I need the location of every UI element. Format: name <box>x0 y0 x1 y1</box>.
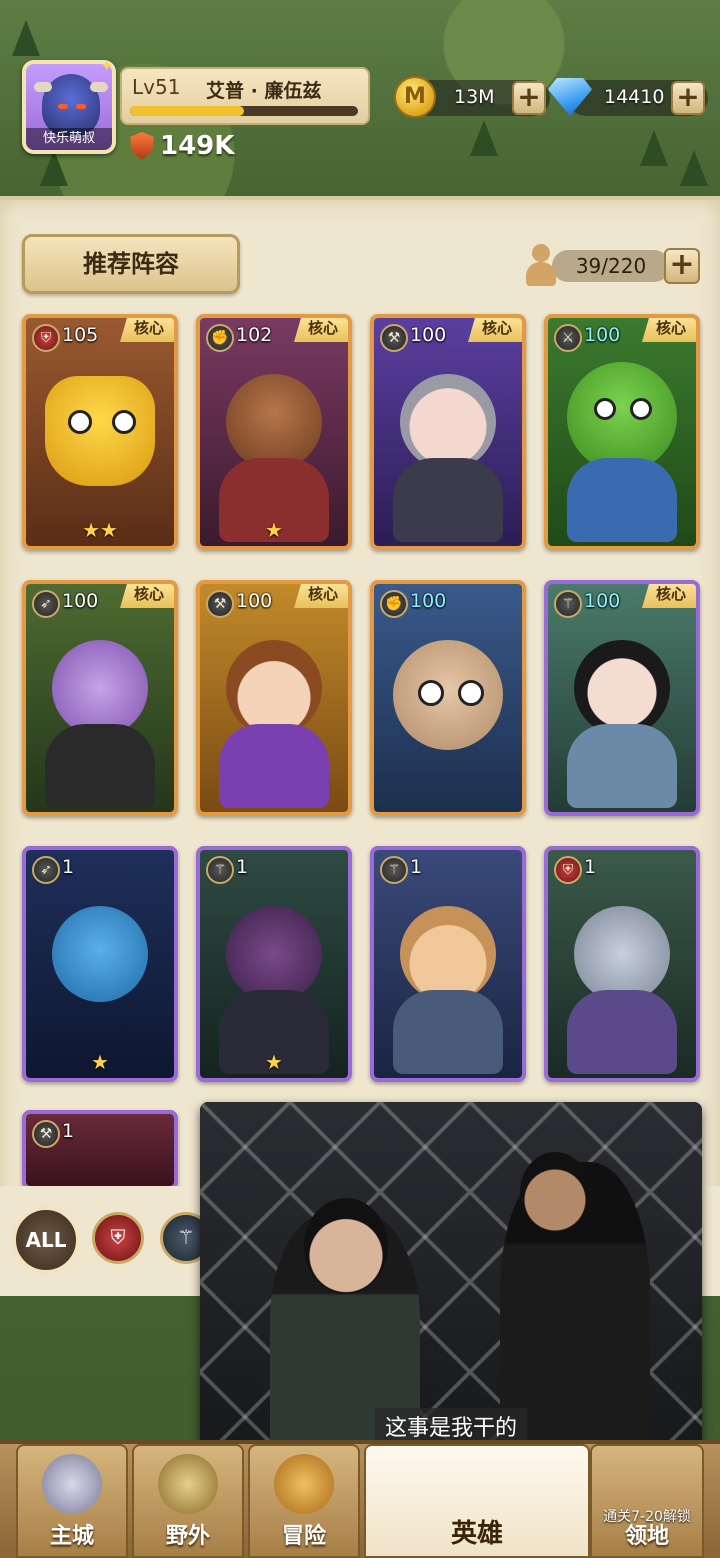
video-subtitle: 这事是我干的 <box>200 1408 702 1444</box>
eye-icon <box>76 104 86 109</box>
bow-icon: ➶ <box>32 590 60 618</box>
player-name: 艾普 · 廉伍兹 <box>206 80 322 102</box>
tree-decoration <box>640 130 668 166</box>
hero-level: 1 <box>410 856 423 878</box>
hero-level: 1 <box>584 856 597 878</box>
hero-level: 100 <box>410 590 447 612</box>
floating-video-player[interactable]: 这事是我干的 <box>200 1102 702 1478</box>
hero-stars: ★ <box>265 518 283 542</box>
axe-icon: ⚒ <box>380 324 408 352</box>
hero-level: 100 <box>236 590 273 612</box>
nav-territory[interactable]: 通关7-20解锁 领地 <box>590 1444 704 1558</box>
hero-level: 1 <box>62 1120 75 1142</box>
coin-amount: 13M <box>454 86 495 108</box>
hero-card[interactable]: ➶ 100 核心 <box>22 580 178 816</box>
person-icon <box>524 242 558 288</box>
hero-level: 100 <box>584 590 621 612</box>
bow-icon: ➶ <box>32 856 60 884</box>
staff-icon: ⚚ <box>554 590 582 618</box>
horn-icon <box>34 82 52 92</box>
crossed-swords-icon <box>274 1454 334 1514</box>
hero-level: 105 <box>62 324 99 346</box>
hero-card[interactable]: ➶ 1 ★ <box>22 846 178 1082</box>
hero-card[interactable]: ✊ 102 核心 ★ <box>196 314 352 550</box>
hero-card[interactable]: ⚒ 100 核心 <box>370 314 526 550</box>
tree-decoration <box>470 120 498 156</box>
filter-shield-icon[interactable]: ⛨ <box>92 1212 144 1264</box>
tree-decoration <box>680 150 708 186</box>
xp-progress-track <box>130 106 358 116</box>
hero-stars: ★ <box>265 1050 283 1074</box>
crossed-swords-icon: ⚔ <box>554 324 582 352</box>
power-shield-icon <box>130 132 154 160</box>
hero-level: 102 <box>236 324 273 346</box>
eye-icon <box>58 104 68 109</box>
fist-icon: ✊ <box>380 590 408 618</box>
capacity-count: 39/220 <box>552 250 670 282</box>
core-tag: 核心 <box>120 584 174 608</box>
nav-label: 冒险 <box>281 1524 326 1549</box>
hero-card[interactable]: ⚔ 100 核心 <box>544 314 700 550</box>
fist-icon: ✊ <box>206 324 234 352</box>
hero-card[interactable]: ⚚ 1 <box>370 846 526 1082</box>
core-tag: 核心 <box>294 318 348 342</box>
core-tag: 核心 <box>642 318 696 342</box>
shield-icon: ⛨ <box>32 324 60 352</box>
hero-capacity: 39/220 + <box>524 242 700 288</box>
axe-icon: ⚒ <box>32 1120 60 1148</box>
nav-heroes[interactable]: 英雄 <box>364 1444 590 1558</box>
avatar-name: 快乐萌叔 <box>26 128 112 150</box>
filter-all-button[interactable]: ALL <box>12 1206 80 1274</box>
tree-decoration <box>12 20 40 56</box>
coin-icon: M <box>394 76 436 118</box>
hero-card[interactable]: ⚚ 1 ★ <box>196 846 352 1082</box>
hero-level: 1 <box>236 856 249 878</box>
core-tag: 核心 <box>468 318 522 342</box>
hero-level: 1 <box>62 856 75 878</box>
core-tag: 核心 <box>294 584 348 608</box>
recommended-lineup-button[interactable]: 推荐阵容 <box>22 234 240 294</box>
core-tag: 核心 <box>120 318 174 342</box>
hero-level: 100 <box>410 324 447 346</box>
expand-capacity-button[interactable]: + <box>664 248 700 284</box>
nav-label: 英雄 <box>450 1519 503 1549</box>
hero-card[interactable]: ⛨ 105 核心 ★★ <box>22 314 178 550</box>
nav-label: 领地 <box>624 1524 669 1549</box>
player-level-bar[interactable]: Lv51 艾普 · 廉伍兹 <box>120 67 370 125</box>
nav-adventure[interactable]: 冒险 <box>248 1444 360 1558</box>
field-icon <box>158 1454 218 1514</box>
nav-label: 野外 <box>165 1524 210 1549</box>
nav-wild[interactable]: 野外 <box>132 1444 244 1558</box>
hero-level: 100 <box>584 324 621 346</box>
core-tag: 核心 <box>642 584 696 608</box>
horn-icon <box>90 82 108 92</box>
video-person-head <box>304 1198 388 1294</box>
player-level: Lv51 <box>132 75 181 99</box>
nav-main-city[interactable]: 主城 <box>16 1444 128 1558</box>
gem-amount: 14410 <box>604 86 665 108</box>
xp-progress-fill <box>130 106 244 116</box>
axe-icon: ⚒ <box>206 590 234 618</box>
hero-card[interactable]: ⛨ 1 <box>544 846 700 1082</box>
shield-icon: ⛨ <box>554 856 582 884</box>
sparkle-icon: ✦ <box>100 56 114 75</box>
hero-stars: ★ <box>91 1050 109 1074</box>
subtitle-text: 这事是我干的 <box>374 1408 527 1444</box>
hero-card[interactable]: ✊ 100 <box>370 580 526 816</box>
staff-icon: ⚚ <box>380 856 408 884</box>
add-coins-button[interactable]: + <box>512 81 546 115</box>
hero-stars: ★★ <box>82 518 118 542</box>
hero-card[interactable]: ⚒ 1 <box>22 1110 178 1190</box>
hero-card[interactable]: ⚒ 100 核心 <box>196 580 352 816</box>
add-gems-button[interactable]: + <box>671 81 705 115</box>
castle-icon <box>42 1454 102 1514</box>
combat-power: 149K <box>130 130 234 162</box>
hero-level: 100 <box>62 590 99 612</box>
hero-card[interactable]: ⚚ 100 核心 <box>544 580 700 816</box>
tree-decoration <box>40 150 68 186</box>
staff-icon: ⚚ <box>206 856 234 884</box>
video-person-head <box>520 1152 590 1232</box>
power-value: 149K <box>160 131 235 161</box>
nav-label: 主城 <box>49 1524 94 1549</box>
